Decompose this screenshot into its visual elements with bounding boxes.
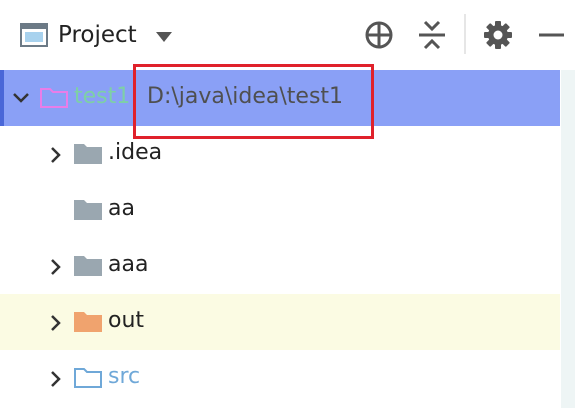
annotation-highlight-box: [133, 64, 374, 139]
tree-row-src[interactable]: src: [0, 350, 560, 406]
project-window-icon: [20, 23, 48, 47]
chevron-right-icon[interactable]: [50, 314, 62, 332]
dropdown-arrow-icon[interactable]: [155, 31, 173, 43]
folder-icon: [74, 144, 102, 164]
source-folder-icon: [74, 368, 102, 388]
tree-row-aaa[interactable]: aaa: [0, 238, 560, 294]
tree-item-label: aa: [108, 196, 135, 221]
tree-row-aa[interactable]: aa: [0, 182, 560, 238]
tree-item-label: out: [108, 308, 145, 333]
collapse-all-icon[interactable]: [416, 19, 448, 51]
tree-item-label: aaa: [108, 252, 149, 277]
gear-icon[interactable]: [482, 19, 514, 51]
tree-row-out[interactable]: out: [0, 294, 560, 350]
tree-item-label: test1: [74, 84, 131, 109]
tree-item-label: src: [108, 364, 141, 389]
module-folder-icon: [40, 88, 68, 108]
chevron-down-icon[interactable]: [12, 92, 30, 104]
chevron-right-icon[interactable]: [50, 258, 62, 276]
minimize-icon[interactable]: [536, 19, 568, 51]
tree-item-label: .idea: [108, 140, 163, 165]
folder-icon: [74, 200, 102, 220]
vertical-scrollbar[interactable]: [561, 70, 575, 408]
locate-icon[interactable]: [363, 19, 395, 51]
folder-icon: [74, 256, 102, 276]
toolbar-separator: [464, 14, 466, 54]
chevron-right-icon[interactable]: [50, 146, 62, 164]
project-toolbar: Project: [0, 0, 580, 68]
excluded-folder-icon: [74, 312, 102, 332]
chevron-right-icon[interactable]: [50, 370, 62, 388]
panel-title[interactable]: Project: [58, 19, 137, 51]
